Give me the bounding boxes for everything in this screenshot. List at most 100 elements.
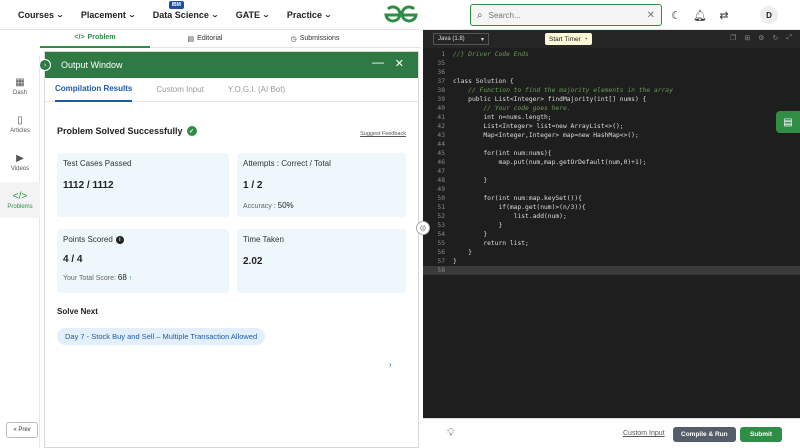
code-line[interactable]: 43 Map<Integer,Integer> map=new HashMap<…	[423, 131, 800, 140]
problem-tabs: </> Problem ▤ Editorial ◷ Submissions	[40, 30, 420, 48]
nav-placement[interactable]: Placement ⌄	[81, 10, 136, 20]
line-text: class Solution {	[453, 78, 514, 85]
line-text: }	[453, 222, 503, 229]
chat-icon[interactable]: ▤	[776, 111, 800, 133]
nav-practice[interactable]: Practice ⌄	[287, 10, 332, 20]
tab-editorial[interactable]: ▤ Editorial	[150, 30, 260, 48]
start-timer-button[interactable]: Start Timer ◔	[545, 33, 592, 45]
translate-icon[interactable]: ⇄	[716, 7, 732, 23]
code-line[interactable]: 58	[423, 266, 800, 275]
editor-toolbar: Java (1.8) ▾ Start Timer ◔ ❐ ⊞ ⚙ ↻ ⤢	[423, 30, 800, 48]
line-text: // Function to find the majority element…	[453, 87, 673, 94]
result-status: Problem Solved Successfully ✓	[57, 126, 197, 136]
time-taken-card: Time Taken 2.02	[237, 229, 406, 293]
search-bar[interactable]: ⌕ ✕	[470, 4, 662, 26]
line-text: }	[453, 231, 488, 238]
prev-button[interactable]: « Prev	[6, 422, 38, 438]
code-line[interactable]: 52 list.add(num);	[423, 212, 800, 221]
language-select[interactable]: Java (1.8) ▾	[433, 33, 489, 45]
settings-icon[interactable]: ⚙	[758, 34, 764, 42]
nav-courses[interactable]: Courses ⌄	[18, 10, 64, 20]
compile-run-button[interactable]: Compile & Run	[673, 427, 736, 442]
clear-icon[interactable]: ✕	[647, 10, 655, 21]
chevron-right-icon[interactable]: ›	[39, 59, 51, 71]
code-line[interactable]: 51 if(map.get(num)>(n/3)){	[423, 203, 800, 212]
minimize-icon[interactable]: —	[372, 55, 384, 69]
line-number: 1	[441, 51, 445, 58]
copy-icon[interactable]: ❐	[730, 34, 736, 42]
rail-item-problems[interactable]: </> Problems	[0, 182, 40, 218]
code-line[interactable]: 38 // Function to find the majority elem…	[423, 86, 800, 95]
solve-next-problem-link[interactable]: Day 7 - Stock Buy and Sell – Multiple Tr…	[57, 328, 266, 345]
line-number: 36	[437, 69, 445, 76]
code-line[interactable]: 1 //} Driver Code Ends	[423, 50, 800, 59]
code-line[interactable]: 42 List<Integer> list=new ArrayList<>();	[423, 122, 800, 131]
line-number: 51	[437, 204, 445, 211]
bell-icon[interactable]: 🔔︎	[692, 7, 708, 23]
line-text: for(int num:map.keySet()){	[453, 195, 582, 202]
time-taken-value: 2.02	[243, 256, 263, 267]
custom-input-link[interactable]: Custom Input	[623, 430, 665, 437]
chevron-down-icon: ⌄	[261, 11, 271, 19]
points-card: Points Scored i 4 / 4 Your Total Score: 6…	[57, 229, 229, 293]
code-line[interactable]: 47	[423, 167, 800, 176]
nav-gate[interactable]: GATE ⌄	[236, 10, 271, 20]
rail-item-dash[interactable]: ▦ Dash	[0, 68, 40, 104]
tests-passed-card: Test Cases Passed 1112 / 1112	[57, 153, 229, 217]
panel-resize-handle[interactable]: ⟨|⟩	[416, 221, 430, 235]
tab-custom-input[interactable]: Custom Input	[156, 78, 204, 102]
search-input[interactable]	[488, 10, 647, 20]
line-text: list.add(num);	[453, 213, 567, 220]
line-number: 40	[437, 105, 445, 112]
code-line[interactable]: 39 public List<Integer> findMajority(int…	[423, 95, 800, 104]
submit-button[interactable]: Submit	[740, 427, 783, 442]
code-line[interactable]: 50 for(int num:map.keySet()){	[423, 194, 800, 203]
line-number: 44	[437, 141, 445, 148]
code-line[interactable]: 49	[423, 185, 800, 194]
line-number: 45	[437, 150, 445, 157]
fullscreen-icon[interactable]: ⤢	[786, 34, 792, 42]
code-area[interactable]: 1 //} Driver Code Ends 35 36 37 class Solutio…	[423, 48, 800, 418]
info-icon[interactable]: i	[115, 235, 124, 244]
rail-item-videos[interactable]: ▶ Videos	[0, 144, 40, 180]
code-line[interactable]: 40 // Your code goes here.	[423, 104, 800, 113]
attempts-card: Attempts : Correct / Total 1 / 2 Accurac…	[237, 153, 406, 217]
code-line[interactable]: 48 }	[423, 176, 800, 185]
code-line[interactable]: 37 class Solution {	[423, 77, 800, 86]
code-line[interactable]: 54 }	[423, 230, 800, 239]
suggest-feedback-link[interactable]: Suggest Feedback	[360, 131, 406, 137]
nav-data-science[interactable]: IBM Data Science ⌄	[153, 0, 219, 20]
code-line[interactable]: 57}	[423, 257, 800, 266]
clock-icon: ◷	[290, 35, 297, 43]
tab-compilation-results[interactable]: Compilation Results	[55, 78, 133, 102]
avatar[interactable]: D	[760, 6, 778, 24]
tab-yogi-ai-bot[interactable]: Y.O.G.I. (AI Bot)	[228, 78, 285, 102]
reset-icon[interactable]: ↻	[773, 34, 779, 42]
attempts-value: 1 / 2	[243, 180, 263, 191]
code-line[interactable]: 35	[423, 59, 800, 68]
total-score-value: 68	[117, 273, 127, 282]
tab-problem[interactable]: </> Problem	[40, 30, 150, 48]
theme-toggle-icon[interactable]: ☾	[668, 7, 684, 23]
code-line[interactable]: 41 int n=nums.length;	[423, 113, 800, 122]
gfg-logo-icon[interactable]	[383, 4, 419, 26]
dashboard-icon: ▦	[15, 76, 25, 88]
video-icon: ▶	[16, 152, 24, 164]
chevron-right-icon[interactable]: ›	[389, 360, 392, 369]
tab-submissions[interactable]: ◷ Submissions	[260, 30, 370, 48]
line-text: Map<Integer,Integer> map=new HashMap<>()…	[453, 132, 639, 139]
code-line[interactable]: 36	[423, 68, 800, 77]
code-line[interactable]: 45 for(int num:nums){	[423, 149, 800, 158]
code-line[interactable]: 53 }	[423, 221, 800, 230]
line-text: for(int num:nums){	[453, 150, 552, 157]
line-number: 46	[437, 159, 445, 166]
format-icon[interactable]: ⊞	[744, 34, 750, 42]
rail-item-articles[interactable]: ▯ Articles	[0, 106, 40, 142]
arrow-up-icon: ↑	[128, 275, 133, 282]
code-line[interactable]: 46 map.put(num,map.getOrDefault(num,0)+1…	[423, 158, 800, 167]
close-icon[interactable]: ✕	[395, 57, 404, 70]
code-line[interactable]: 56 }	[423, 248, 800, 257]
code-line[interactable]: 44	[423, 140, 800, 149]
lightbulb-icon[interactable]: 💡︎	[447, 427, 455, 440]
code-line[interactable]: 55 return list;	[423, 239, 800, 248]
